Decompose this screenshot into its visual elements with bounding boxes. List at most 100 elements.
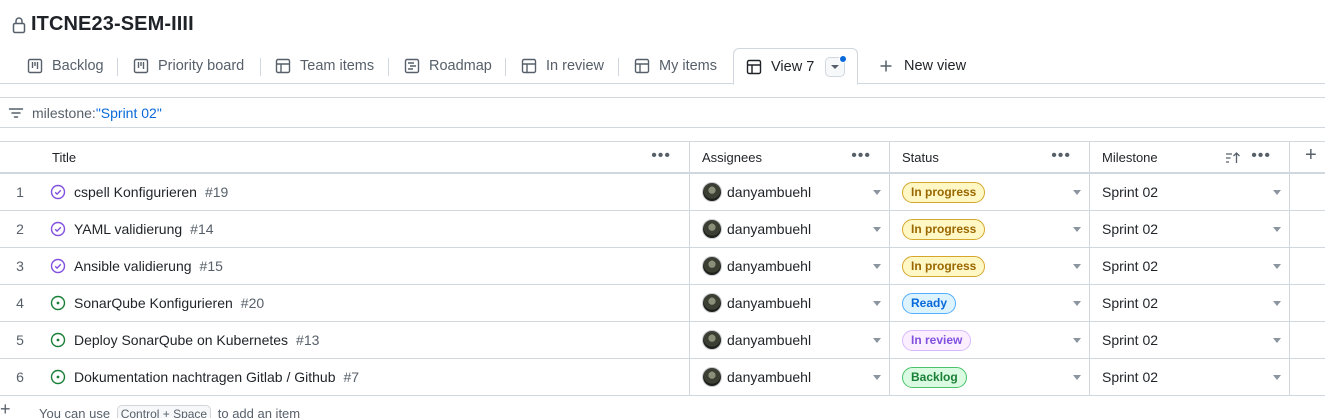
issue-title[interactable]: cspell Konfigurieren <box>74 184 197 200</box>
avatar <box>702 293 722 313</box>
chevron-down-icon[interactable] <box>873 227 881 232</box>
column-header-milestone[interactable]: Milestone ••• <box>1090 142 1290 173</box>
column-header-status[interactable]: Status ••• <box>890 142 1090 173</box>
chevron-down-icon[interactable] <box>873 190 881 195</box>
assignee-name: danyambuehl <box>727 258 812 274</box>
chevron-down-icon[interactable] <box>1073 301 1081 306</box>
assignees-cell[interactable]: danyambuehl <box>690 359 890 395</box>
chevron-down-icon[interactable] <box>873 338 881 343</box>
status-cell[interactable]: In progress <box>890 248 1090 284</box>
title-cell[interactable]: Deploy SonarQube on Kubernetes #13 <box>40 322 690 358</box>
status-badge: In review <box>902 329 972 351</box>
column-menu-icon[interactable]: ••• <box>1251 148 1271 164</box>
board-icon <box>133 58 149 74</box>
chevron-down-icon[interactable] <box>1273 264 1281 269</box>
chevron-down-icon[interactable] <box>1273 227 1281 232</box>
filter-icon <box>8 107 24 118</box>
milestone-cell[interactable]: Sprint 02 <box>1090 248 1290 284</box>
new-view-label: New view <box>904 58 967 74</box>
tab-view-7[interactable]: View 7 <box>733 48 859 85</box>
chevron-down-icon[interactable] <box>1273 301 1281 306</box>
issue-title[interactable]: YAML validierung <box>74 221 182 237</box>
chevron-down-icon[interactable] <box>1073 190 1081 195</box>
lock-icon <box>12 17 26 34</box>
row-number: 4 <box>16 295 24 311</box>
milestone-cell[interactable]: Sprint 02 <box>1090 285 1290 321</box>
chevron-down-icon[interactable] <box>1273 375 1281 380</box>
tab-roadmap[interactable]: Roadmap <box>404 48 492 84</box>
table-icon <box>746 59 762 74</box>
title-cell[interactable]: SonarQube Konfigurieren #20 <box>40 285 690 321</box>
title-cell[interactable]: cspell Konfigurieren #19 <box>40 174 690 210</box>
status-cell[interactable]: In progress <box>890 211 1090 247</box>
table-row[interactable]: 2 YAML validierung #14 danyambuehl In pr… <box>0 211 1325 248</box>
table-row[interactable]: 6 Dokumentation nachtragen Gitlab / Gith… <box>0 359 1325 396</box>
assignees-cell[interactable]: danyambuehl <box>690 322 890 358</box>
status-cell[interactable]: In review <box>890 322 1090 358</box>
chevron-down-icon[interactable] <box>1273 190 1281 195</box>
issue-number: #15 <box>199 258 223 274</box>
assignees-cell[interactable]: danyambuehl <box>690 248 890 284</box>
tab-in-review[interactable]: In review <box>521 48 604 84</box>
chevron-down-icon[interactable] <box>1273 338 1281 343</box>
filter-bar[interactable]: milestone:"Sprint 02" <box>0 97 1325 128</box>
column-menu-icon[interactable]: ••• <box>851 148 871 164</box>
status-cell[interactable]: In progress <box>890 174 1090 210</box>
filter-query[interactable]: milestone:"Sprint 02" <box>32 105 162 121</box>
roadmap-icon <box>404 58 420 74</box>
milestone-name: Sprint 02 <box>1102 258 1159 274</box>
column-header-title[interactable]: Title ••• <box>40 142 690 173</box>
issue-title[interactable]: Ansible validierung <box>74 258 192 274</box>
milestone-cell[interactable]: Sprint 02 <box>1090 174 1290 210</box>
view-options-button[interactable] <box>825 54 848 77</box>
title-cell[interactable]: Ansible validierung #15 <box>40 248 690 284</box>
add-column-button[interactable]: + <box>1305 145 1323 166</box>
column-header-assignees[interactable]: Assignees ••• <box>690 142 890 173</box>
shortcut-kbd: Control + Space <box>116 405 212 418</box>
issue-number: #7 <box>343 369 360 385</box>
chevron-down-icon[interactable] <box>1073 338 1081 343</box>
tab-label: Backlog <box>52 58 104 74</box>
assignees-cell[interactable]: danyambuehl <box>690 211 890 247</box>
milestone-name: Sprint 02 <box>1102 295 1159 311</box>
tab-my-items[interactable]: My items <box>634 48 717 84</box>
milestone-cell[interactable]: Sprint 02 <box>1090 322 1290 358</box>
chevron-down-icon[interactable] <box>1073 227 1081 232</box>
issue-title[interactable]: Dokumentation nachtragen Gitlab / Github <box>74 369 336 385</box>
chevron-down-icon[interactable] <box>873 264 881 269</box>
assignees-cell[interactable]: danyambuehl <box>690 285 890 321</box>
row-number: 1 <box>16 184 24 200</box>
tab-label: Roadmap <box>429 58 492 74</box>
chevron-down-icon[interactable] <box>873 375 881 380</box>
assignees-cell[interactable]: danyambuehl <box>690 174 890 210</box>
status-badge: In progress <box>902 255 986 277</box>
table-row[interactable]: 4 SonarQube Konfigurieren #20 danyambueh… <box>0 285 1325 322</box>
plus-icon[interactable]: + <box>0 400 11 418</box>
title-cell[interactable]: Dokumentation nachtragen Gitlab / Github… <box>40 359 690 395</box>
column-menu-icon[interactable]: ••• <box>1051 148 1071 164</box>
assignee-name: danyambuehl <box>727 184 812 200</box>
table-row[interactable]: 1 cspell Konfigurieren #19 danyambuehl I… <box>0 174 1325 211</box>
milestone-name: Sprint 02 <box>1102 221 1159 237</box>
chevron-down-icon[interactable] <box>873 301 881 306</box>
status-cell[interactable]: Backlog <box>890 359 1090 395</box>
column-menu-icon[interactable]: ••• <box>651 148 671 164</box>
issue-title[interactable]: SonarQube Konfigurieren <box>74 295 233 311</box>
sort-ascending-icon[interactable] <box>1225 151 1241 165</box>
column-label: Milestone <box>1102 150 1158 165</box>
new-view-button[interactable]: New view <box>878 48 966 84</box>
status-cell[interactable]: Ready <box>890 285 1090 321</box>
title-cell[interactable]: YAML validierung #14 <box>40 211 690 247</box>
tab-team-items[interactable]: Team items <box>275 48 374 84</box>
table-row[interactable]: 3 Ansible validierung #15 danyambuehl In… <box>0 248 1325 285</box>
table-row[interactable]: 5 Deploy SonarQube on Kubernetes #13 dan… <box>0 322 1325 359</box>
tab-backlog[interactable]: Backlog <box>27 48 104 84</box>
avatar <box>702 219 722 239</box>
add-item-row[interactable]: + You can use Control + Space to add an … <box>0 400 1325 418</box>
tab-priority-board[interactable]: Priority board <box>133 48 244 84</box>
milestone-cell[interactable]: Sprint 02 <box>1090 359 1290 395</box>
milestone-cell[interactable]: Sprint 02 <box>1090 211 1290 247</box>
chevron-down-icon[interactable] <box>1073 375 1081 380</box>
chevron-down-icon[interactable] <box>1073 264 1081 269</box>
issue-title[interactable]: Deploy SonarQube on Kubernetes <box>74 332 288 348</box>
